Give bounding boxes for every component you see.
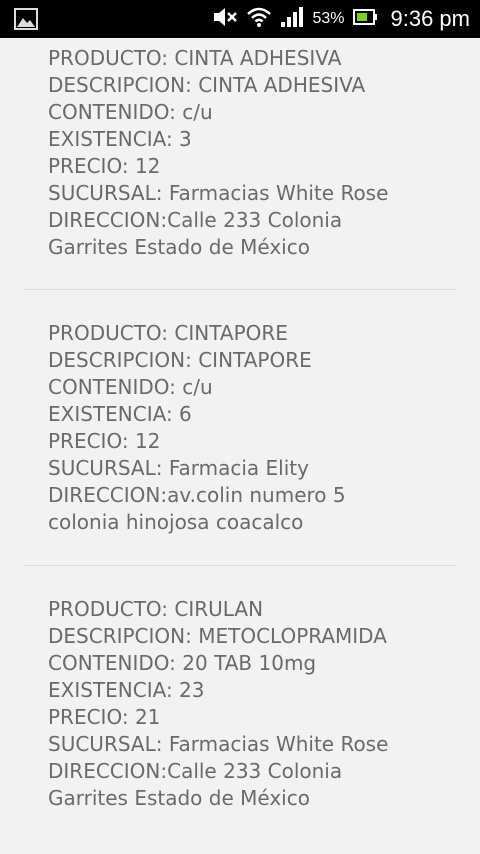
contenido-line: CONTENIDO: c/u: [48, 100, 213, 124]
gallery-notification-icon: [14, 8, 38, 34]
divider: [24, 565, 456, 566]
wifi-icon: [246, 6, 272, 32]
divider: [24, 289, 456, 290]
sucursal-line: SUCURSAL: Farmacia Elity: [48, 456, 309, 480]
direccion-line: DIRECCION:Calle 233 Colonia Garrites Est…: [48, 759, 343, 810]
descripcion-line: DESCRIPCION: METOCLOPRAMIDA: [48, 624, 387, 648]
list-item[interactable]: PRODUCTO: CINTA ADHESIVA DESCRIPCION: CI…: [24, 45, 456, 261]
producto-line: PRODUCTO: CIRULAN: [48, 597, 264, 621]
contenido-line: CONTENIDO: c/u: [48, 375, 213, 399]
existencia-line: EXISTENCIA: 6: [48, 402, 192, 426]
battery-icon: [352, 8, 379, 30]
precio-line: PRECIO: 12: [48, 154, 161, 178]
clock: 9:36 pm: [390, 6, 471, 31]
precio-line: PRECIO: 12: [48, 429, 161, 453]
signal-icon: [280, 6, 304, 32]
descripcion-line: DESCRIPCION: CINTA ADHESIVA: [48, 73, 366, 97]
list-item[interactable]: PRODUCTO: CINTAPORE DESCRIPCION: CINTAPO…: [24, 320, 456, 536]
existencia-line: EXISTENCIA: 23: [48, 678, 205, 702]
direccion-line: DIRECCION:Calle 233 Colonia Garrites Est…: [48, 208, 343, 259]
contenido-line: CONTENIDO: 20 TAB 10mg: [48, 651, 317, 675]
existencia-line: EXISTENCIA: 3: [48, 127, 192, 151]
descripcion-line: DESCRIPCION: CINTAPORE: [48, 348, 312, 372]
list-item[interactable]: PRODUCTO: CIRULAN DESCRIPCION: METOCLOPR…: [24, 596, 456, 812]
producto-line: PRODUCTO: CINTA ADHESIVA: [48, 46, 342, 70]
producto-line: PRODUCTO: CINTAPORE: [48, 321, 288, 345]
direccion-line: DIRECCION:av.colin numero 5 colonia hino…: [48, 483, 346, 534]
mute-icon: [212, 6, 238, 32]
sucursal-line: SUCURSAL: Farmacias White Rose: [48, 181, 389, 205]
battery-percent: 53%: [312, 10, 345, 27]
sucursal-line: SUCURSAL: Farmacias White Rose: [48, 732, 389, 756]
precio-line: PRECIO: 21: [48, 705, 161, 729]
status-bar: 53% 9:36 pm: [0, 0, 480, 38]
product-list[interactable]: PRODUCTO: CINTA ADHESIVA DESCRIPCION: CI…: [0, 38, 480, 854]
